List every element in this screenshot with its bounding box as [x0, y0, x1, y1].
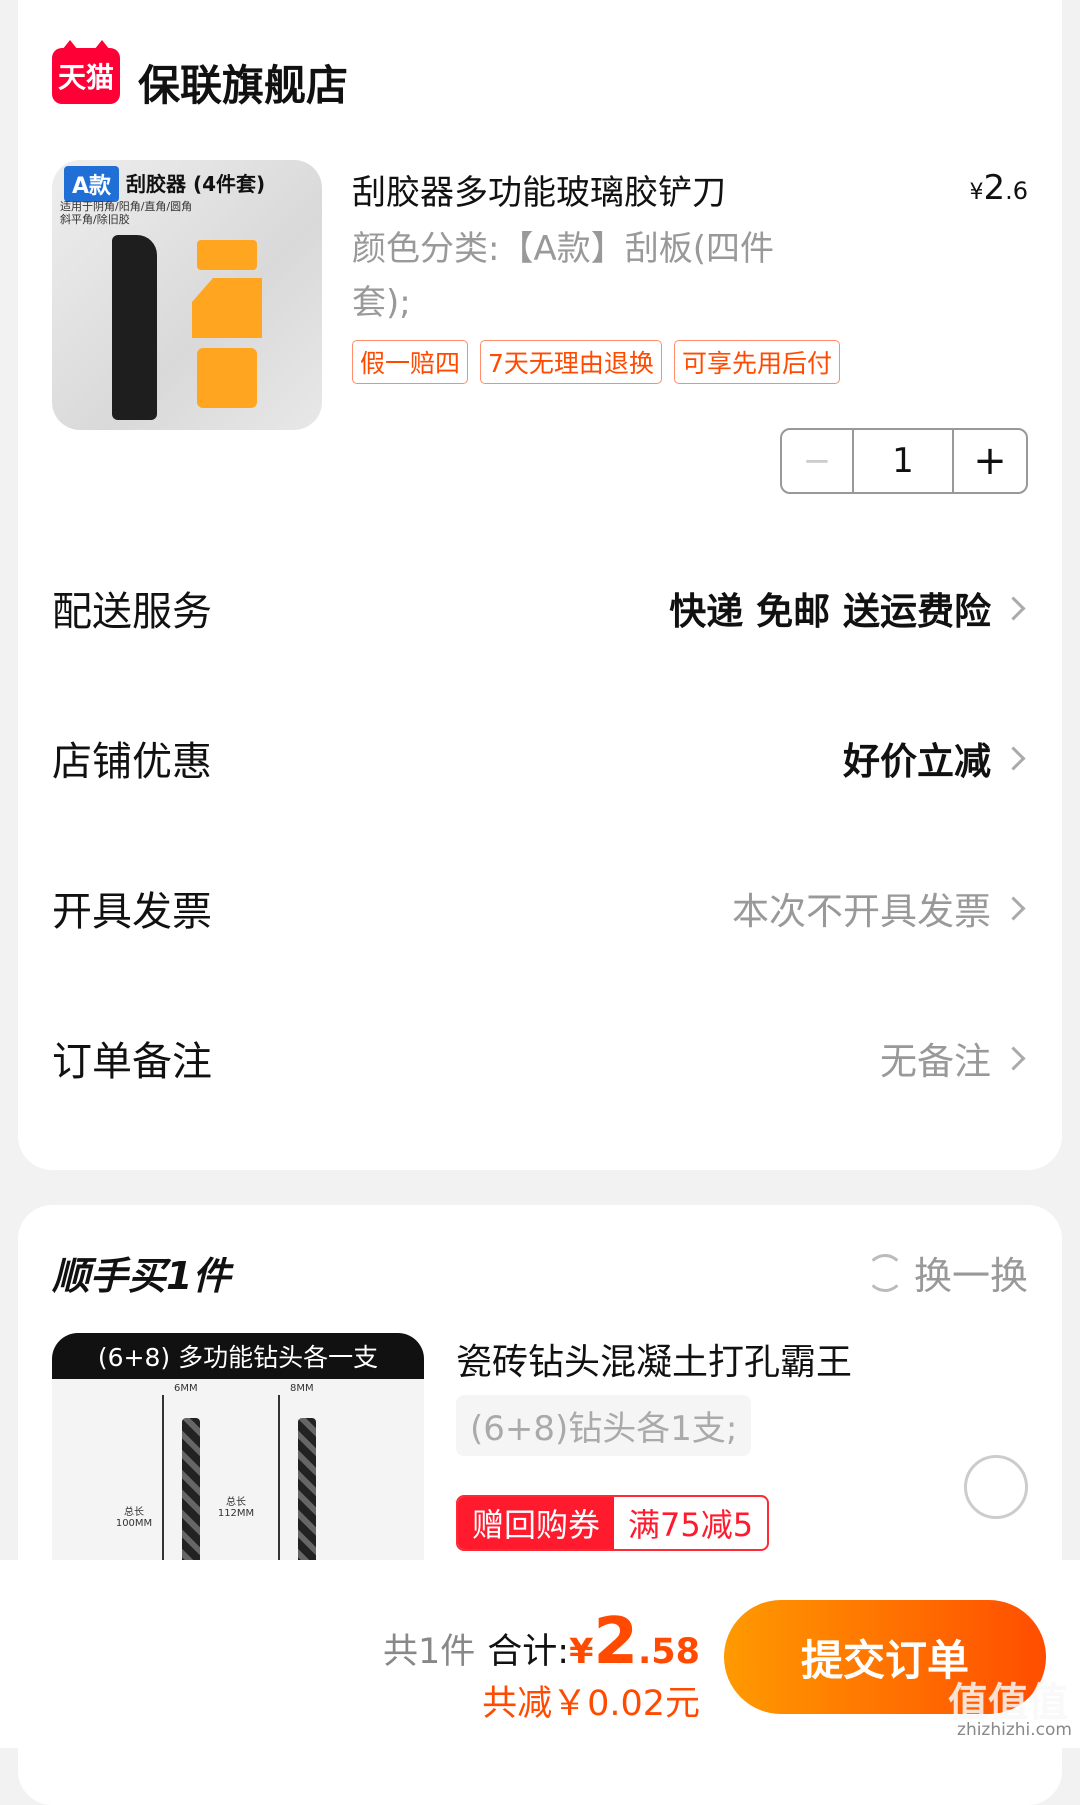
product-image[interactable]: A款 刮胶器 (4件套) 适用于阴角/阳角/直角/圆角 斜平角/除旧胶	[52, 160, 322, 430]
coupon-value: 满75减5	[628, 1506, 754, 1544]
addon-product-sku[interactable]: (6+8)钻头各1支;	[456, 1395, 752, 1456]
addon-select-radio[interactable]	[964, 1455, 1028, 1519]
discount-value: 好价立减	[843, 731, 1028, 785]
invoice-row[interactable]: 开具发票 本次不开具发票	[52, 878, 1028, 938]
quantity-value[interactable]: 1	[854, 430, 954, 492]
chevron-right-icon	[1001, 1045, 1026, 1071]
service-tag: 假一赔四	[352, 340, 469, 384]
scraper-piece-graphic	[197, 240, 257, 270]
addon-image-banner: (6+8) 多功能钻头各一支	[52, 1333, 424, 1379]
product-price: ¥2.6	[969, 168, 1028, 208]
service-tag: 7天无理由退换	[480, 340, 662, 384]
decrease-button[interactable]: −	[782, 430, 854, 492]
total-integer: 2	[593, 1605, 638, 1679]
price-decimal: .6	[1005, 177, 1028, 205]
drill-size-label: 8MM	[290, 1383, 314, 1394]
chevron-right-icon	[1001, 895, 1026, 921]
total-currency: ¥	[569, 1632, 594, 1672]
discount-value-text: 好价立减	[843, 740, 991, 783]
invoice-value: 本次不开具发票	[732, 881, 1028, 935]
invoice-value-text: 本次不开具发票	[732, 890, 991, 933]
drill-length-label: 总长 100MM	[115, 1507, 153, 1529]
note-value: 无备注	[880, 1031, 1028, 1085]
note-label: 订单备注	[52, 1039, 212, 1085]
chevron-right-icon	[1001, 745, 1026, 771]
product-sku[interactable]: 颜色分类:【A款】刮板(四件套);	[352, 222, 822, 330]
saving-amount: 共减￥0.02元	[482, 1684, 700, 1724]
swap-button[interactable]: 换一换	[865, 1245, 1028, 1300]
order-card: 天猫 保联旗舰店 A款 刮胶器 (4件套) 适用于阴角/阳角/直角/圆角 斜平角…	[18, 0, 1062, 1170]
delivery-value-text: 快递 免邮 送运费险	[669, 590, 991, 633]
note-row[interactable]: 订单备注 无备注	[52, 1028, 1028, 1088]
total-decimal: .58	[637, 1632, 700, 1672]
invoice-label: 开具发票	[52, 889, 212, 935]
addon-section-title: 顺手买1件	[52, 1254, 231, 1298]
increase-button[interactable]: +	[954, 430, 1026, 492]
coupon-badge: 赠回购券 满75减5	[456, 1495, 770, 1551]
product-image-badge: A款	[64, 166, 120, 202]
delivery-value: 快递 免邮 送运费险	[669, 581, 1028, 635]
chevron-right-icon	[1001, 595, 1026, 621]
addon-product-title[interactable]: 瓷砖钻头混凝土打孔霸王	[456, 1333, 852, 1385]
delivery-row[interactable]: 配送服务 快递 免邮 送运费险	[52, 578, 1028, 638]
total-label: 合计:	[487, 1632, 570, 1672]
service-tags: 假一赔四 7天无理由退换 可享先用后付	[352, 340, 840, 384]
total-amount: ¥2.58	[569, 1605, 700, 1679]
service-tag: 可享先用后付	[673, 340, 840, 384]
item-count: 共1件	[383, 1632, 476, 1672]
checkout-bar: 共1件 合计:¥2.58 共减￥0.02元 提交订单 值值值 zhizhizhi.…	[0, 1560, 1080, 1748]
refresh-icon	[865, 1253, 904, 1292]
drill-length-label: 总长 112MM	[217, 1497, 255, 1519]
scraper-graphic	[112, 235, 157, 420]
discount-row[interactable]: 店铺优惠 好价立减	[52, 728, 1028, 788]
note-value-text: 无备注	[880, 1040, 991, 1083]
product-image-subtitle: 适用于阴角/阳角/直角/圆角 斜平角/除旧胶	[60, 200, 193, 226]
quantity-stepper: − 1 +	[780, 428, 1028, 494]
scraper-piece-graphic	[192, 278, 262, 338]
drill-size-label: 6MM	[174, 1383, 198, 1394]
delivery-label: 配送服务	[52, 589, 212, 635]
scraper-piece-graphic	[197, 348, 257, 408]
tmall-logo: 天猫	[52, 40, 120, 104]
coupon-label: 赠回购券	[458, 1497, 615, 1549]
price-currency: ¥	[969, 180, 984, 205]
swap-label: 换一换	[913, 1254, 1028, 1298]
store-name[interactable]: 保联旗舰店	[138, 52, 348, 113]
discount-label: 店铺优惠	[52, 739, 212, 785]
price-integer: 2	[983, 168, 1006, 208]
watermark-url: zhizhizhi.com	[957, 1720, 1072, 1740]
total-summary: 共1件 合计:¥2.58	[383, 1605, 700, 1679]
product-title[interactable]: 刮胶器多功能玻璃胶铲刀	[352, 165, 726, 214]
product-image-title: 刮胶器 (4件套)	[126, 172, 266, 196]
